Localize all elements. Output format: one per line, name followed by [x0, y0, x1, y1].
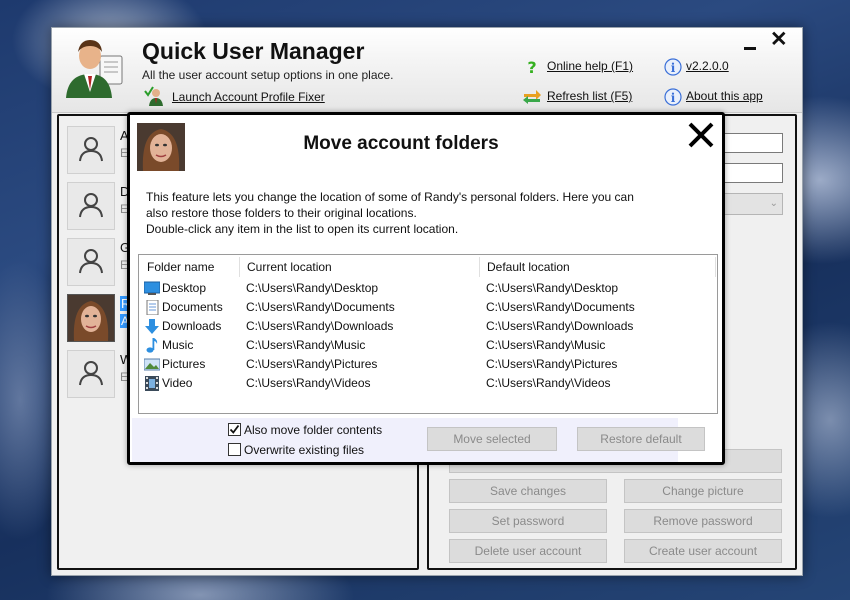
table-row[interactable]: Desktop C:\Users\Randy\Desktop C:\Users\… [139, 279, 717, 298]
current-location: C:\Users\Randy\Desktop [246, 281, 379, 295]
default-location: C:\Users\Randy\Music [486, 338, 606, 352]
svg-text:?: ? [527, 59, 536, 75]
table-row[interactable]: Music C:\Users\Randy\Music C:\Users\Rand… [139, 336, 717, 355]
current-location: C:\Users\Randy\Videos [246, 376, 371, 390]
chevron-down-icon: ⌄ [769, 198, 778, 209]
description-line: This feature lets you change the locatio… [146, 190, 634, 204]
table-row[interactable]: Pictures C:\Users\Randy\Pictures C:\User… [139, 355, 717, 374]
avatar [67, 126, 115, 174]
app-title: Quick User Manager [142, 38, 365, 64]
column-header-current-location[interactable]: Current location [239, 255, 479, 279]
version-link[interactable]: v2.2.0.0 [686, 59, 729, 73]
current-location: C:\Users\Randy\Pictures [246, 357, 378, 371]
app-subtitle: All the user account setup options in on… [142, 68, 394, 82]
app-header: Quick User Manager All the user account … [52, 28, 802, 113]
column-header-folder-name[interactable]: Folder name [139, 255, 239, 279]
also-move-contents-checkbox[interactable] [228, 423, 241, 436]
default-location: C:\Users\Randy\Documents [486, 300, 635, 314]
downloads-icon [145, 319, 159, 334]
description-field[interactable] [719, 163, 783, 183]
folder-name: Video [162, 376, 193, 390]
person-icon [79, 249, 103, 274]
table-row[interactable]: Video C:\Users\Randy\Videos C:\Users\Ran… [139, 374, 717, 393]
create-user-account-button[interactable]: Create user account [624, 539, 782, 563]
dialog-title: Move account folders [303, 133, 499, 154]
table-row[interactable]: Downloads C:\Users\Randy\Downloads C:\Us… [139, 317, 717, 336]
move-account-folders-dialog: Move account folders This feature lets y… [127, 112, 725, 465]
folder-name: Downloads [162, 319, 222, 333]
svg-text:i: i [671, 91, 676, 105]
svg-text:i: i [671, 61, 676, 75]
default-location: C:\Users\Randy\Desktop [486, 281, 619, 295]
avatar [67, 350, 115, 398]
default-location: C:\Users\Randy\Pictures [486, 357, 618, 371]
description-line: Double-click any item in the list to ope… [146, 222, 459, 236]
set-password-button[interactable]: Set password [449, 509, 607, 533]
change-picture-button[interactable]: Change picture [624, 479, 782, 503]
folder-name: Music [162, 338, 194, 352]
person-icon [79, 193, 103, 218]
online-help-link[interactable]: Online help (F1) [547, 59, 633, 73]
overwrite-existing-label[interactable]: Overwrite existing files [244, 443, 364, 457]
avatar [67, 182, 115, 230]
user-photo [68, 295, 114, 341]
music-icon [146, 338, 158, 353]
restore-default-button[interactable]: Restore default [577, 427, 705, 451]
table-row[interactable]: Documents C:\Users\Randy\Documents C:\Us… [139, 298, 717, 317]
checkmark-icon [229, 424, 240, 434]
account-type-select[interactable]: ⌄ [719, 193, 783, 215]
close-window-button[interactable]: ✕ [770, 29, 788, 50]
launch-profile-fixer-link[interactable]: Launch Account Profile Fixer [172, 90, 325, 104]
help-icon[interactable]: ? [524, 59, 540, 75]
folder-list[interactable]: Folder name Current location Default loc… [138, 254, 718, 414]
user-manager-logo-icon [66, 40, 123, 98]
default-location: C:\Users\Randy\Downloads [486, 319, 634, 333]
desktop-icon [144, 281, 160, 295]
minimize-button[interactable] [742, 34, 758, 50]
save-changes-button[interactable]: Save changes [449, 479, 607, 503]
person-icon [79, 361, 103, 386]
current-location: C:\Users\Randy\Downloads [246, 319, 394, 333]
move-selected-button[interactable]: Move selected [427, 427, 557, 451]
refresh-list-link[interactable]: Refresh list (F5) [547, 89, 632, 103]
info-icon[interactable]: i [664, 58, 682, 76]
description-line: also restore those folders to their orig… [146, 206, 417, 220]
folder-name: Desktop [162, 281, 207, 295]
refresh-icon[interactable] [522, 88, 542, 104]
overwrite-existing-checkbox[interactable] [228, 443, 241, 456]
avatar [67, 238, 115, 286]
pictures-icon [144, 358, 160, 371]
about-link[interactable]: About this app [686, 89, 763, 103]
dialog-description: This feature lets you change the locatio… [146, 189, 706, 237]
remove-password-button[interactable]: Remove password [624, 509, 782, 533]
video-icon [145, 376, 159, 391]
current-location: C:\Users\Randy\Documents [246, 300, 395, 314]
avatar [67, 294, 115, 342]
column-divider [715, 257, 716, 277]
current-location: C:\Users\Randy\Music [246, 338, 366, 352]
folder-name: Documents [162, 300, 223, 314]
also-move-contents-label[interactable]: Also move folder contents [244, 423, 382, 437]
documents-icon [146, 300, 159, 315]
full-name-field[interactable] [719, 133, 783, 153]
folder-name: Pictures [162, 357, 206, 371]
about-info-icon[interactable]: i [664, 88, 682, 106]
profile-fixer-icon[interactable] [144, 86, 164, 106]
default-location: C:\Users\Randy\Videos [486, 376, 611, 390]
person-icon [79, 137, 103, 162]
close-icon[interactable] [684, 118, 718, 152]
delete-user-account-button[interactable]: Delete user account [449, 539, 607, 563]
column-header-default-location[interactable]: Default location [479, 255, 715, 279]
